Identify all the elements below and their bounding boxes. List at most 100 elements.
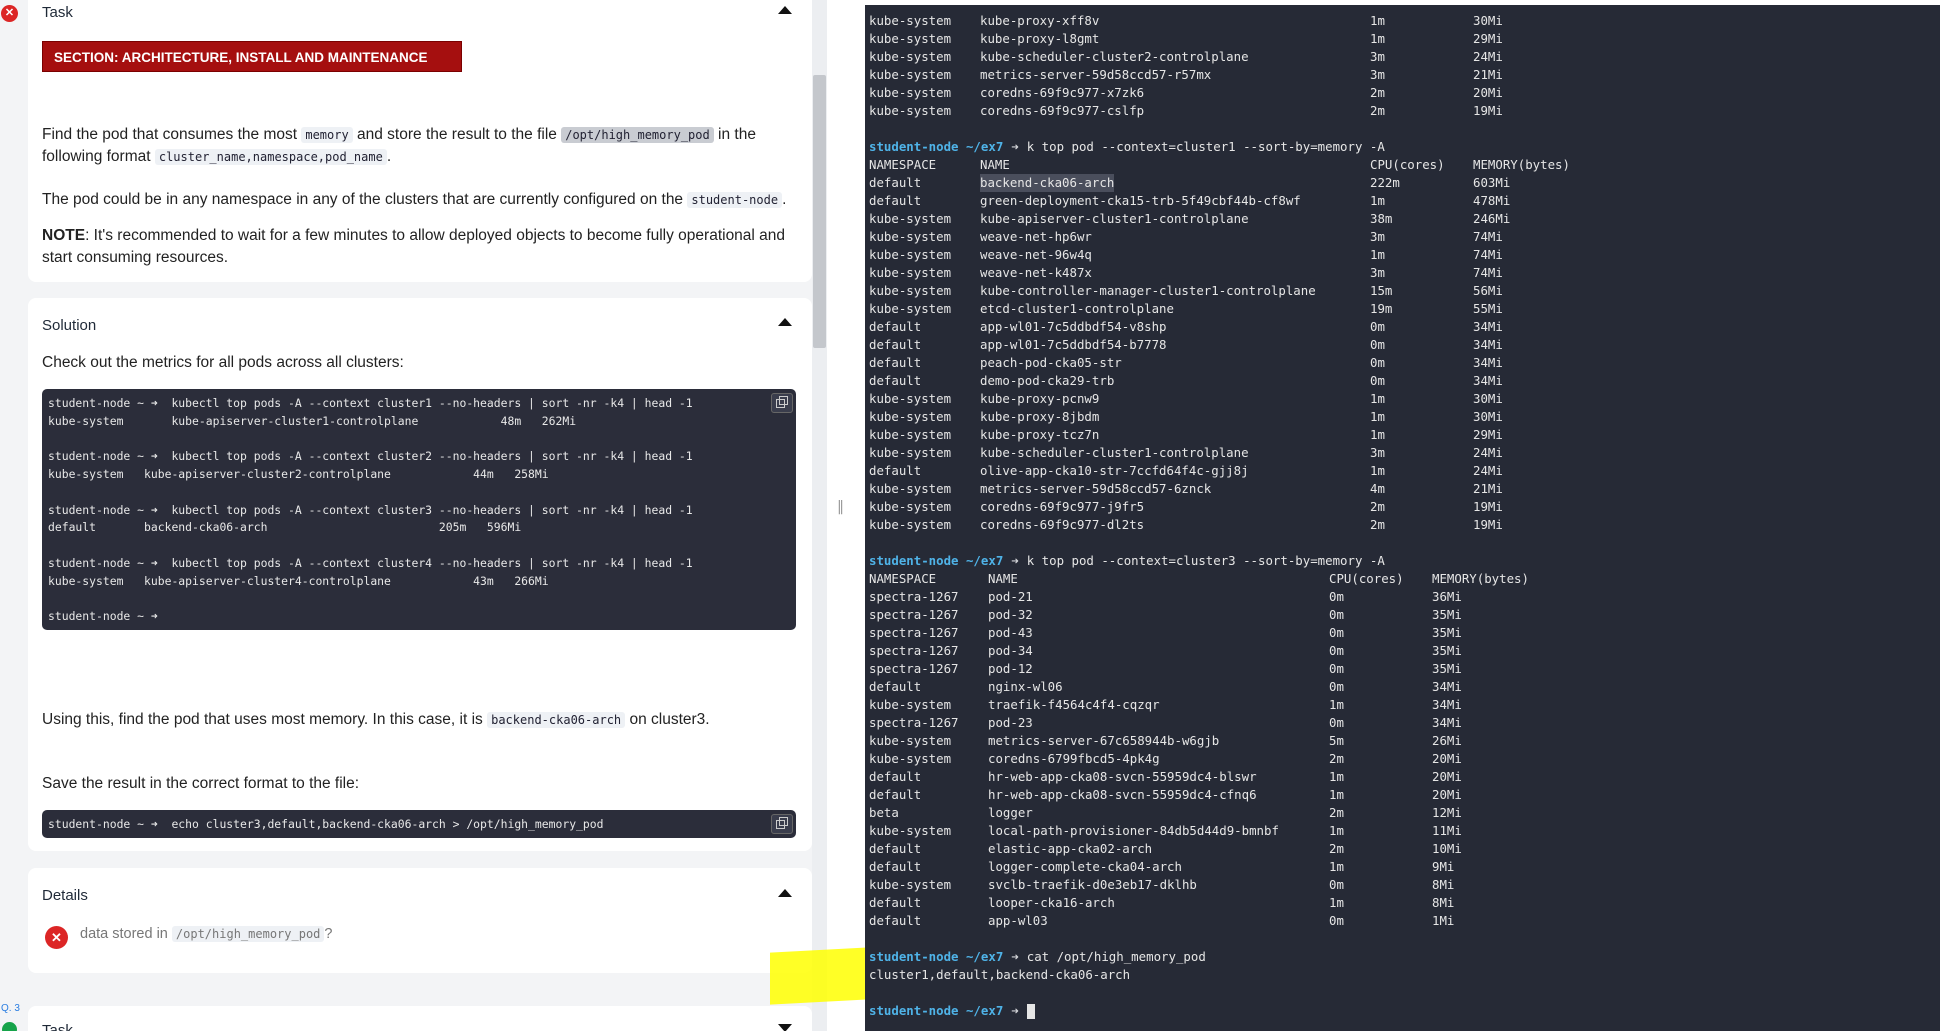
- cell-cpu: 19m: [1370, 301, 1393, 316]
- cell-cpu: 0m: [1329, 661, 1344, 676]
- prompt-host: student-node ~/ex7: [869, 949, 1004, 964]
- cell-namespace: kube-system: [869, 85, 952, 100]
- terminal-command: k top pod --context=cluster3 --sort-by=m…: [1026, 553, 1385, 568]
- cell-name: kube-proxy-pcnw9: [980, 391, 1100, 406]
- cell-namespace: default: [869, 787, 922, 802]
- cell-cpu: 1m: [1370, 193, 1385, 208]
- terminal-row: kube-system kube-proxy-8jbdm 1m 30Mi: [869, 408, 1503, 426]
- terminal-row: kube-system kube-proxy-tcz7n 1m 29Mi: [869, 426, 1503, 444]
- cell-name: kube-proxy-l8gmt: [980, 31, 1100, 46]
- cell-memory: 34Mi: [1473, 319, 1503, 334]
- cell-cpu: 15m: [1370, 283, 1393, 298]
- cell-namespace: spectra-1267: [869, 589, 959, 604]
- cell-name: coredns-69f9c977-x7zk6: [980, 85, 1145, 100]
- expand-icon[interactable]: [778, 1024, 792, 1031]
- cell-memory: 1Mi: [1432, 913, 1455, 928]
- cell-memory: 34Mi: [1432, 679, 1462, 694]
- prompt-arrow: ➜: [1011, 949, 1019, 964]
- cell-name: kube-proxy-8jbdm: [980, 409, 1100, 424]
- cell-memory: 8Mi: [1432, 895, 1455, 910]
- terminal-row: default nginx-wl06 0m 34Mi: [869, 678, 1462, 696]
- cell-name: olive-app-cka10-str-7ccfd64f4c-gjj8j: [980, 463, 1249, 478]
- details-card: Details: [28, 868, 812, 973]
- cell-cpu: 1m: [1329, 787, 1344, 802]
- cell-memory: 24Mi: [1473, 49, 1503, 64]
- cell-namespace: default: [869, 463, 922, 478]
- cell-cpu: 1m: [1329, 859, 1344, 874]
- cell-name: backend-cka06-arch: [980, 174, 1115, 192]
- cell-memory: 26Mi: [1432, 733, 1462, 748]
- terminal-header-row: NAMESPACE NAME CPU(cores) MEMORY(bytes): [869, 156, 1570, 174]
- cell-namespace: kube-system: [869, 265, 952, 280]
- cell-memory: 603Mi: [1473, 175, 1511, 190]
- cell-namespace: kube-system: [869, 31, 952, 46]
- details-title[interactable]: Details: [42, 887, 88, 904]
- desc-text: The pod could be in any namespace in any…: [42, 191, 688, 208]
- terminal-row: kube-system coredns-6799fbcd5-4pk4g 2m 20Mi: [869, 750, 1462, 768]
- cell-cpu: 0m: [1329, 643, 1344, 658]
- task-title[interactable]: Task: [42, 4, 73, 21]
- drag-handle-icon[interactable]: ‖: [837, 499, 844, 515]
- collapse-icon[interactable]: [778, 889, 792, 897]
- cell-namespace: default: [869, 175, 922, 190]
- terminal-row: default looper-cka16-arch 1m 8Mi: [869, 894, 1454, 912]
- cell-memory: 29Mi: [1473, 31, 1503, 46]
- terminal-row: kube-system weave-net-k487x 3m 74Mi: [869, 264, 1503, 282]
- terminal-row: kube-system local-path-provisioner-84db5d…: [869, 822, 1462, 840]
- cell-namespace: default: [869, 355, 922, 370]
- cell-memory: 19Mi: [1473, 499, 1503, 514]
- header-namespace: NAMESPACE: [869, 571, 937, 586]
- cell-namespace: spectra-1267: [869, 625, 959, 640]
- cell-memory: 20Mi: [1432, 787, 1462, 802]
- check-item: data stored in /opt/high_memory_pod?: [80, 926, 332, 942]
- cell-name: app-wl01-7c5ddbdf54-v8shp: [980, 319, 1167, 334]
- cell-memory: 74Mi: [1473, 247, 1503, 262]
- terminal-row: default olive-app-cka10-str-7ccfd64f4c-gj…: [869, 462, 1503, 480]
- task-scope-text: The pod could be in any namespace in any…: [42, 189, 786, 211]
- terminal-row: kube-system coredns-69f9c977-x7zk6 2m 20Mi: [869, 84, 1503, 102]
- cell-namespace: kube-system: [869, 229, 952, 244]
- inline-code: student-node: [687, 192, 783, 208]
- cell-name: coredns-69f9c977-j9fr5: [980, 499, 1145, 514]
- cell-cpu: 1m: [1370, 247, 1385, 262]
- cell-memory: 30Mi: [1473, 13, 1503, 28]
- cell-cpu: 1m: [1329, 769, 1344, 784]
- cell-name: pod-43: [988, 625, 1033, 640]
- cell-memory: 478Mi: [1473, 193, 1511, 208]
- cell-namespace: kube-system: [869, 103, 952, 118]
- scrollbar-thumb[interactable]: [813, 75, 826, 348]
- cell-memory: 36Mi: [1432, 589, 1462, 604]
- collapse-icon[interactable]: [778, 6, 792, 14]
- cell-cpu: 3m: [1370, 49, 1385, 64]
- copy-icon[interactable]: [771, 393, 793, 413]
- cell-namespace: kube-system: [869, 481, 952, 496]
- task-description: Find the pod that consumes the most memo…: [42, 124, 802, 168]
- cell-cpu: 1m: [1370, 13, 1385, 28]
- cell-namespace: kube-system: [869, 733, 952, 748]
- cell-name: coredns-6799fbcd5-4pk4g: [988, 751, 1160, 766]
- cell-name: hr-web-app-cka08-svcn-55959dc4-cfnq6: [988, 787, 1257, 802]
- check-failed-icon: ✕: [45, 926, 68, 949]
- cell-namespace: kube-system: [869, 751, 952, 766]
- terminal-row: kube-system kube-scheduler-cluster2-contr…: [869, 48, 1503, 66]
- cell-memory: 34Mi: [1473, 373, 1503, 388]
- solution-title[interactable]: Solution: [42, 317, 96, 334]
- cell-namespace: default: [869, 319, 922, 334]
- cell-name: demo-pod-cka29-trb: [980, 373, 1115, 388]
- cell-namespace: kube-system: [869, 517, 952, 532]
- cell-name: pod-23: [988, 715, 1033, 730]
- cell-name: kube-proxy-tcz7n: [980, 427, 1100, 442]
- cell-name: svclb-traefik-d0e3eb17-dklhb: [988, 877, 1197, 892]
- question-panel: ✕ Task SECTION: ARCHITECTURE, INSTALL AN…: [0, 0, 827, 1031]
- copy-icon[interactable]: [771, 814, 793, 834]
- terminal-row: spectra-1267 pod-23 0m 34Mi: [869, 714, 1462, 732]
- cell-name: etcd-cluster1-controlplane: [980, 301, 1174, 316]
- terminal-row: kube-system kube-proxy-pcnw9 1m 30Mi: [869, 390, 1503, 408]
- split-divider[interactable]: [827, 0, 865, 1031]
- next-task-title[interactable]: Task: [42, 1022, 73, 1031]
- cell-namespace: spectra-1267: [869, 643, 959, 658]
- next-task-card: Task: [28, 1006, 812, 1031]
- terminal[interactable]: kube-system kube-proxy-xff8v 1m 30Mi kube-sy…: [865, 5, 1940, 1031]
- collapse-icon[interactable]: [778, 318, 792, 326]
- cell-cpu: 3m: [1370, 265, 1385, 280]
